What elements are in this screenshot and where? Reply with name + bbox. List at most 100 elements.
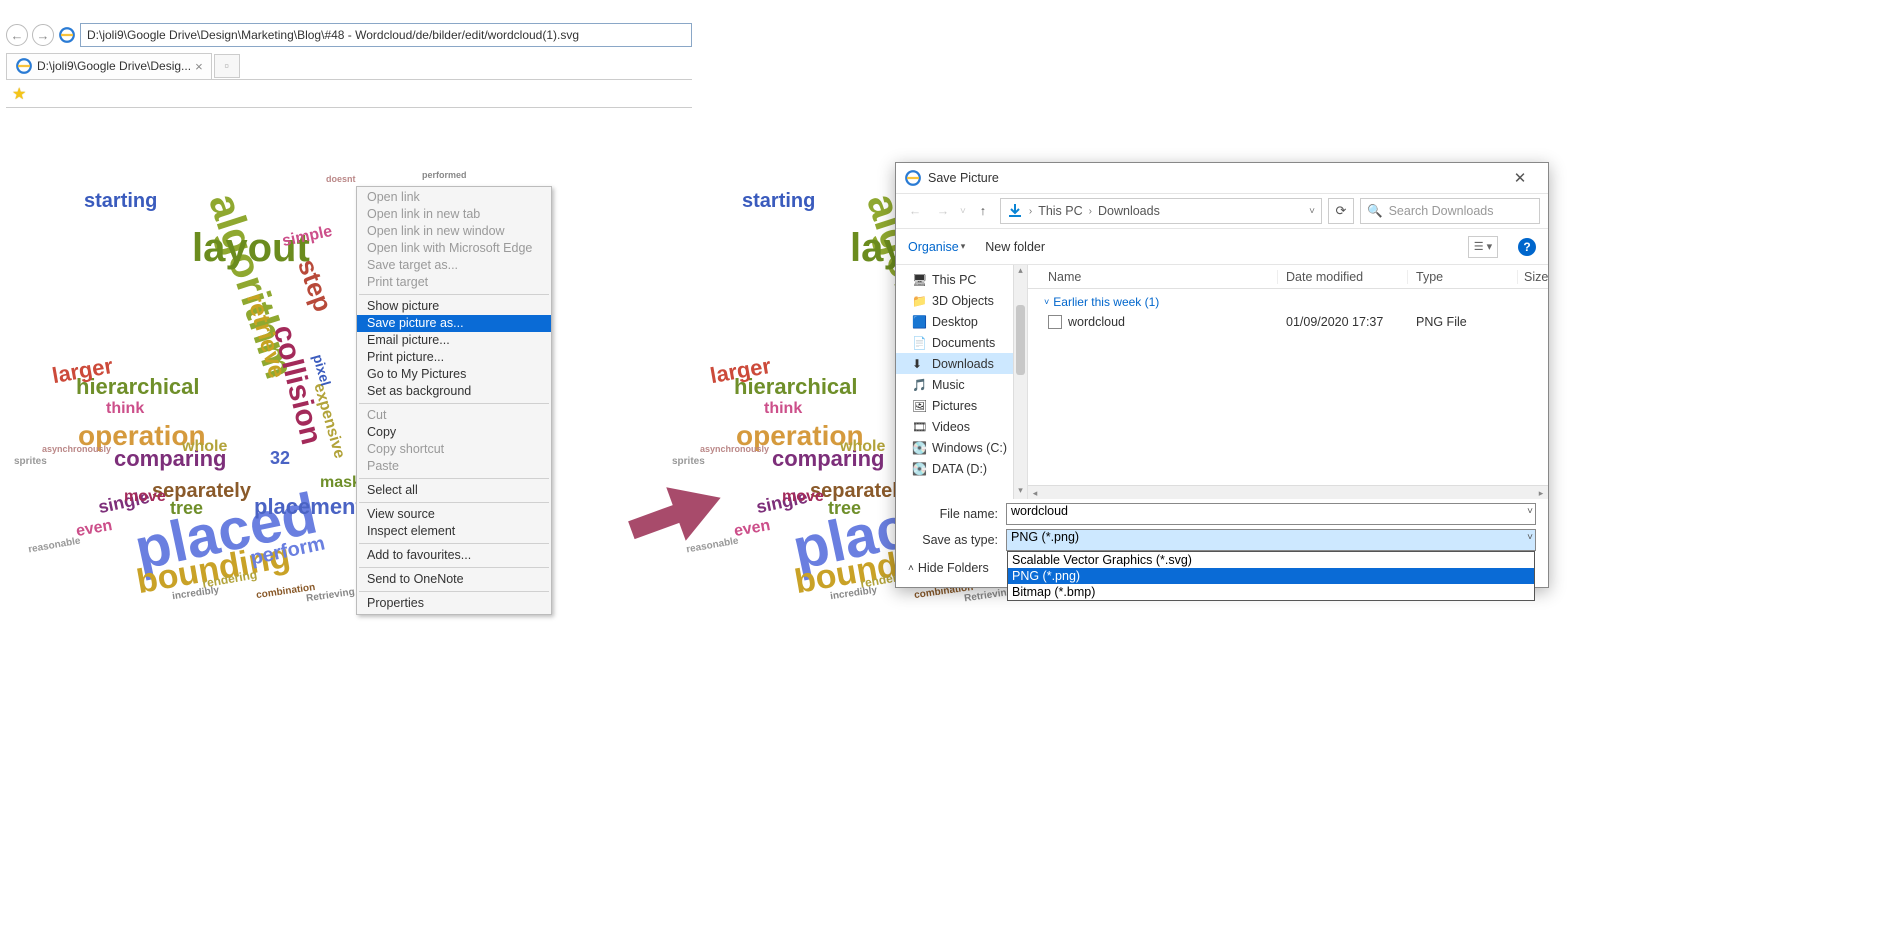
ie-window: ← → D:\joli9\Google Drive\Design\Marketi… (6, 20, 692, 108)
tree-item-label: Documents (932, 336, 995, 350)
ie-nav-row: ← → D:\joli9\Google Drive\Design\Marketi… (6, 20, 692, 50)
back-button[interactable]: ← (6, 24, 28, 46)
tab-strip: D:\joli9\Google Drive\Desig... × ▫ (6, 52, 692, 80)
nav-up-button[interactable]: ↑ (972, 200, 994, 222)
nav-forward-button[interactable]: → (932, 200, 954, 222)
wordcloud-word: starting (742, 190, 815, 213)
folder-tree[interactable]: 🖥 This PC 📁3D Objects🟦Desktop 📄 Documents ⬇Do… (896, 265, 1028, 499)
drive-icon: 💽 (912, 441, 926, 455)
wordcloud-word: whole (182, 438, 227, 456)
drive-icon: 💽 (912, 462, 926, 476)
organise-menu[interactable]: Organise ▾ (908, 240, 965, 254)
col-date[interactable]: Date modified (1278, 270, 1408, 284)
filename-row: File name: wordcloud ˅ (896, 499, 1548, 529)
big-arrow-icon (628, 476, 724, 552)
col-name[interactable]: Name (1028, 270, 1278, 284)
tree-item[interactable]: 🟦Desktop (896, 311, 1027, 332)
savetype-option[interactable]: PNG (*.png) (1008, 568, 1534, 584)
context-menu-item[interactable]: Go to My Pictures (357, 366, 551, 383)
favorites-star-icon[interactable]: ★ (12, 84, 26, 104)
context-menu-item[interactable]: Show picture (357, 298, 551, 315)
new-tab-button[interactable]: ▫ (214, 54, 240, 78)
tree-item[interactable]: ⬇Downloads (896, 353, 1027, 374)
wordcloud-word: asynchronously (700, 444, 769, 454)
doc-icon: 📄 (912, 336, 926, 350)
tree-item[interactable]: 🖥 This PC (896, 269, 1027, 290)
context-menu-item: Open link in new tab (357, 206, 551, 223)
file-group-header[interactable]: ˅ Earlier this week (1) (1028, 289, 1548, 311)
context-menu-item[interactable]: Set as background (357, 383, 551, 400)
wordcloud-word: mask (320, 474, 361, 492)
context-menu-item[interactable]: Properties (357, 595, 551, 612)
tree-item-label: 3D Objects (932, 294, 994, 308)
column-headers[interactable]: Name Date modified Type Size (1028, 265, 1548, 289)
list-h-scrollbar[interactable]: ◂▸ (1028, 485, 1548, 499)
wordcloud-word: starting (84, 190, 157, 213)
wordcloud-word: tree (828, 498, 861, 519)
tree-item[interactable]: 💽 DATA (D:) (896, 458, 1027, 479)
col-type[interactable]: Type (1408, 270, 1518, 284)
refresh-button[interactable]: ⟳ (1328, 198, 1354, 224)
tree-item-label: This PC (932, 273, 976, 287)
ie-logo-icon (15, 57, 33, 75)
context-menu-item[interactable]: Copy (357, 424, 551, 441)
context-menu-item[interactable]: Add to favourites... (357, 547, 551, 564)
context-menu-item: Paste (357, 458, 551, 475)
search-input[interactable]: 🔍 Search Downloads (1360, 198, 1540, 224)
help-button[interactable]: ? (1518, 238, 1536, 256)
context-menu-item[interactable]: Select all (357, 482, 551, 499)
file-icon (1048, 315, 1062, 329)
address-bar[interactable]: D:\joli9\Google Drive\Design\Marketing\B… (80, 23, 692, 47)
wordcloud-word: move (124, 488, 166, 506)
tree-item[interactable]: 📁3D Objects (896, 290, 1027, 311)
dialog-close-button[interactable]: ✕ (1500, 163, 1540, 193)
chevron-down-icon[interactable]: ˅ (1527, 506, 1533, 517)
tree-item[interactable]: 💽Windows (C:) (896, 437, 1027, 458)
tree-item[interactable]: 📄 Documents (896, 332, 1027, 353)
view-mode-button[interactable]: ☰ ▾ (1468, 236, 1498, 258)
chevron-down-icon[interactable]: ˅ (1309, 206, 1315, 217)
wordcloud-word: doesnt (326, 174, 356, 184)
wordcloud-word: even (75, 517, 114, 541)
tree-item[interactable]: 🎵Music (896, 374, 1027, 395)
tree-item-label: DATA (D:) (932, 462, 987, 476)
context-menu-item[interactable]: Print picture... (357, 349, 551, 366)
chevron-right-icon: › (1089, 206, 1092, 217)
search-placeholder: Search Downloads (1389, 204, 1494, 218)
file-type: PNG File (1408, 315, 1518, 329)
savetype-option[interactable]: Scalable Vector Graphics (*.svg) (1008, 552, 1534, 568)
wordcloud-word: tree (170, 498, 203, 519)
context-menu-item[interactable]: View source (357, 506, 551, 523)
nav-history-chevron[interactable]: ˅ (960, 206, 966, 217)
context-menu-item[interactable]: Inspect element (357, 523, 551, 540)
context-menu-item[interactable]: Email picture... (357, 332, 551, 349)
savetype-option[interactable]: Bitmap (*.bmp) (1008, 584, 1534, 600)
crumb-downloads[interactable]: Downloads (1098, 204, 1160, 218)
nav-back-button[interactable]: ← (904, 200, 926, 222)
tree-item[interactable]: 🎞Videos (896, 416, 1027, 437)
context-menu-item[interactable]: Save picture as... (357, 315, 551, 332)
tree-item[interactable]: 🖼Pictures (896, 395, 1027, 416)
forward-button[interactable]: → (32, 24, 54, 46)
breadcrumb[interactable]: › This PC › Downloads ˅ (1000, 198, 1322, 224)
file-row[interactable]: wordcloud01/09/2020 17:37PNG File (1028, 311, 1548, 333)
browser-tab[interactable]: D:\joli9\Google Drive\Desig... × (6, 53, 212, 79)
savetype-row: Save as type: PNG (*.png) ˅ Scalable Vec… (896, 529, 1548, 555)
chevron-down-icon: ˅ (1044, 297, 1049, 307)
savetype-input[interactable]: PNG (*.png) ˅ Scalable Vector Graphics (… (1006, 529, 1536, 551)
hide-folders-button[interactable]: ˄ Hide Folders (908, 561, 989, 575)
video-icon: 🎞 (912, 420, 926, 434)
chevron-up-icon: ˄ (908, 563, 914, 574)
pc-icon: 🖥 (912, 273, 926, 287)
new-folder-button[interactable]: New folder (985, 240, 1045, 254)
context-menu-item[interactable]: Send to OneNote (357, 571, 551, 588)
close-tab-icon[interactable]: × (195, 59, 203, 74)
col-size[interactable]: Size (1518, 270, 1548, 284)
crumb-this-pc[interactable]: This PC (1038, 204, 1082, 218)
filename-input[interactable]: wordcloud ˅ (1006, 503, 1536, 525)
chevron-down-icon[interactable]: ˅ (1527, 532, 1533, 543)
tree-scrollbar[interactable]: ▴ ▾ (1013, 265, 1027, 499)
save-picture-dialog: Save Picture ✕ ← → ˅ ↑ › This PC › Downl… (895, 162, 1549, 588)
wordcloud-word: reasonable (27, 535, 81, 555)
wordcloud-word: whole (840, 438, 885, 456)
